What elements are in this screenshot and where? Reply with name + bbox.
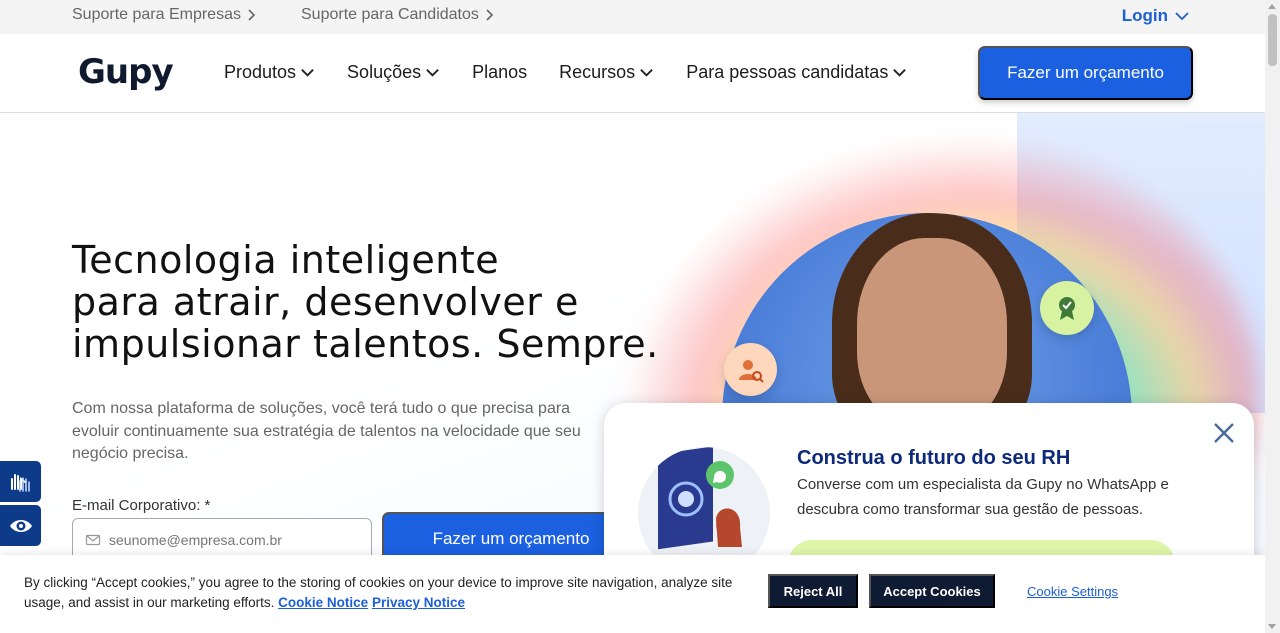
hero-title-line: Tecnologia inteligente: [72, 238, 500, 282]
email-input[interactable]: [109, 532, 359, 548]
support-companies-label: Suporte para Empresas: [72, 6, 241, 23]
chevron-down-icon: [640, 69, 653, 77]
header-quote-button[interactable]: Fazer um orçamento: [978, 46, 1193, 100]
main-header: Gupy Produtos Soluções Planos Recursos P…: [0, 34, 1265, 113]
cookie-banner: By clicking “Accept cookies,” you agree …: [0, 555, 1265, 633]
hero-title-line: impulsionar talentos. Sempre.: [72, 322, 659, 366]
main-nav: Produtos Soluções Planos Recursos Para p…: [224, 62, 907, 83]
nav-item-recursos[interactable]: Recursos: [559, 62, 654, 83]
photo-face-shape: [857, 238, 1007, 428]
login-label: Login: [1121, 6, 1168, 25]
nav-item-candidatas[interactable]: Para pessoas candidatas: [686, 62, 907, 83]
hero-subtitle: Com nossa plataforma de soluções, você t…: [72, 400, 581, 462]
cookie-notice-link[interactable]: Cookie Notice: [278, 595, 368, 610]
reject-all-button[interactable]: Reject All: [768, 574, 858, 608]
sign-language-button[interactable]: [0, 461, 41, 502]
close-icon[interactable]: [1212, 421, 1236, 445]
hero-title: Tecnologia inteligente para atrair, dese…: [72, 239, 672, 365]
award-badge-icon: [1040, 281, 1094, 335]
support-candidates-label: Suporte para Candidatos: [301, 6, 479, 23]
support-candidates-link[interactable]: Suporte para Candidatos: [301, 6, 497, 24]
user-search-icon: [724, 343, 777, 396]
nav-item-solucoes[interactable]: Soluções: [347, 62, 440, 83]
popup-text: Converse com um especialista da Gupy no …: [797, 476, 1169, 518]
popup-title: Construa o futuro do seu RH: [797, 447, 1071, 469]
nav-item-planos[interactable]: Planos: [472, 62, 527, 83]
accept-cookies-button[interactable]: Accept Cookies: [869, 574, 995, 608]
scroll-thumb[interactable]: [1268, 14, 1277, 66]
privacy-notice-link[interactable]: Privacy Notice: [372, 595, 465, 610]
cookie-settings-link[interactable]: Cookie Settings: [1027, 584, 1118, 599]
scroll-down-arrow-icon[interactable]: [1268, 624, 1276, 629]
nav-item-label: Soluções: [347, 62, 422, 82]
chevron-down-icon: [893, 69, 907, 77]
chevron-down-icon: [301, 69, 314, 77]
nav-item-label: Para pessoas candidatas: [686, 62, 889, 82]
nav-item-label: Produtos: [224, 62, 297, 82]
chevron-down-icon: [426, 69, 439, 77]
page-scrollbar[interactable]: [1265, 0, 1280, 633]
top-utility-bar: Suporte para Empresas Suporte para Candi…: [0, 0, 1265, 34]
visual-accessibility-button[interactable]: [0, 505, 41, 546]
gupy-logo[interactable]: Gupy: [78, 52, 174, 92]
cookie-text: By clicking “Accept cookies,” you agree …: [24, 573, 764, 613]
nav-item-produtos[interactable]: Produtos: [224, 62, 315, 83]
chevron-right-icon: [486, 9, 494, 21]
scroll-up-arrow-icon[interactable]: [1268, 4, 1276, 9]
chevron-down-icon: [1175, 12, 1189, 21]
chevron-right-icon: [248, 9, 256, 21]
nav-item-label: Recursos: [559, 62, 636, 82]
support-companies-link[interactable]: Suporte para Empresas: [72, 6, 259, 24]
login-dropdown[interactable]: Login: [1122, 6, 1190, 26]
sign-language-hands-icon: [10, 473, 30, 492]
mail-icon: [85, 534, 101, 546]
email-field-label: E-mail Corporativo: *: [72, 497, 211, 514]
hero-title-line: para atrair, desenvolver e: [72, 280, 579, 324]
eye-icon: [9, 519, 32, 532]
nav-item-label: Planos: [472, 62, 528, 82]
